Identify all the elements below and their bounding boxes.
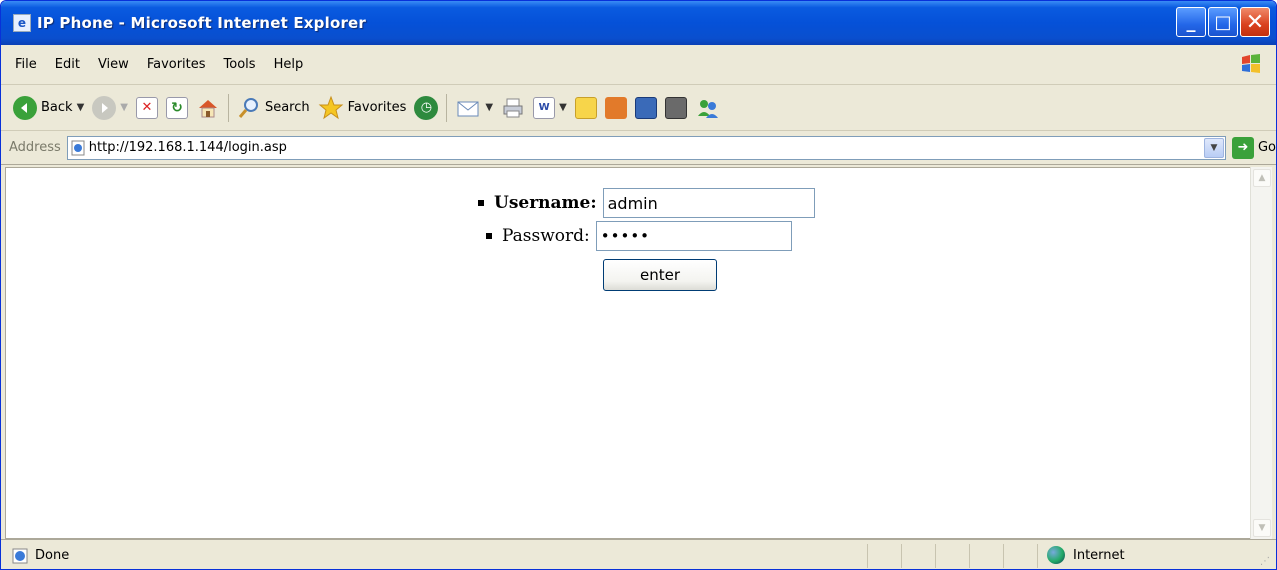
back-arrow-icon xyxy=(13,95,37,120)
favorites-button[interactable]: Favorites xyxy=(314,90,411,126)
forward-dropdown-icon[interactable]: ▼ xyxy=(120,102,128,113)
edit-dropdown-icon[interactable]: ▼ xyxy=(559,102,567,113)
menu-file[interactable]: File xyxy=(13,57,39,72)
close-icon: ✕ xyxy=(1245,9,1265,35)
print-icon xyxy=(503,98,523,117)
research-button[interactable] xyxy=(601,90,631,126)
minimize-button[interactable]: _ xyxy=(1176,7,1206,37)
menu-bar: File Edit View Favorites Tools Help xyxy=(1,45,1276,85)
vertical-scrollbar[interactable]: ▲ ▼ xyxy=(1250,167,1272,539)
notepad-icon xyxy=(574,96,597,119)
ie-page-icon: e xyxy=(13,14,31,32)
media-button[interactable] xyxy=(661,90,691,126)
page-icon xyxy=(71,140,85,155)
address-label: Address xyxy=(9,140,61,155)
username-row: Username: xyxy=(478,188,815,218)
windows-logo-icon xyxy=(1242,54,1260,73)
status-bar: Done Internet ⋰ xyxy=(1,539,1276,569)
back-button[interactable]: Back ▼ xyxy=(9,90,88,126)
status-divider xyxy=(969,544,970,568)
standard-toolbar: Back ▼ ▼ ✕ ↻ Search Favorites ◷ ▼ W ▼ xyxy=(1,85,1276,131)
status-divider xyxy=(1003,544,1004,568)
status-divider xyxy=(935,544,936,568)
stop-button[interactable]: ✕ xyxy=(132,90,162,126)
status-divider xyxy=(1037,544,1038,568)
go-arrow-icon: ➜ xyxy=(1231,136,1254,159)
print-button[interactable] xyxy=(497,90,529,126)
search-button[interactable]: Search xyxy=(233,90,314,126)
menu-view[interactable]: View xyxy=(96,57,131,72)
contacts-button[interactable] xyxy=(691,90,725,126)
history-button[interactable]: ◷ xyxy=(410,90,442,126)
research-icon xyxy=(604,96,627,119)
password-label: Password: xyxy=(502,226,590,246)
globe-icon xyxy=(1047,546,1065,564)
address-dropdown-icon[interactable]: ▼ xyxy=(1203,137,1224,158)
zone-label: Internet xyxy=(1073,547,1125,563)
forward-button[interactable]: ▼ xyxy=(88,90,132,126)
maximize-button[interactable]: □ xyxy=(1208,7,1238,37)
forward-arrow-icon xyxy=(92,95,117,120)
status-text: Done xyxy=(35,548,70,563)
scroll-down-icon[interactable]: ▼ xyxy=(1253,519,1271,537)
status-divider xyxy=(901,544,902,568)
search-icon xyxy=(238,97,258,118)
media-icon xyxy=(664,96,687,119)
refresh-icon: ↻ xyxy=(165,96,188,119)
mail-button[interactable]: ▼ xyxy=(451,90,497,126)
username-input[interactable] xyxy=(602,188,815,218)
enter-button[interactable]: enter xyxy=(603,259,717,291)
back-dropdown-icon[interactable]: ▼ xyxy=(77,102,85,113)
title-bar[interactable]: e IP Phone - Microsoft Internet Explorer… xyxy=(1,1,1276,45)
window-title: IP Phone - Microsoft Internet Explorer xyxy=(37,14,367,32)
bullet-icon xyxy=(486,233,492,239)
favorites-label: Favorites xyxy=(347,100,407,115)
menu-edit[interactable]: Edit xyxy=(53,57,82,72)
close-button[interactable]: ✕ xyxy=(1240,7,1270,37)
bullet-icon xyxy=(478,200,484,206)
menu-help[interactable]: Help xyxy=(272,57,306,72)
refresh-button[interactable]: ↻ xyxy=(162,90,192,126)
security-zone[interactable]: Internet xyxy=(1047,546,1125,564)
toolbar-separator xyxy=(446,93,448,122)
maximize-icon: □ xyxy=(1214,11,1232,33)
home-icon xyxy=(198,99,217,117)
address-field[interactable]: http://192.168.1.144/login.asp ▼ xyxy=(66,135,1226,160)
word-edit-icon: W xyxy=(533,96,556,119)
minimize-icon: _ xyxy=(1186,11,1196,33)
password-row: Password: xyxy=(486,221,792,251)
home-button[interactable] xyxy=(192,90,224,126)
password-input[interactable] xyxy=(595,221,792,251)
contacts-icon xyxy=(697,99,718,118)
page-content: Username: Password: xyxy=(5,167,1252,539)
page-done-icon xyxy=(12,548,28,563)
edit-button[interactable]: W ▼ xyxy=(529,90,571,126)
discuss-button[interactable] xyxy=(571,90,601,126)
address-url[interactable]: http://192.168.1.144/login.asp xyxy=(89,140,287,155)
go-label: Go xyxy=(1257,140,1276,155)
search-label: Search xyxy=(264,100,310,115)
status-divider xyxy=(867,544,868,568)
address-bar: Address http://192.168.1.144/login.asp ▼… xyxy=(1,131,1276,165)
browser-window: e IP Phone - Microsoft Internet Explorer… xyxy=(0,0,1277,570)
username-label: Username: xyxy=(494,193,597,213)
resize-grip-icon[interactable]: ⋰ xyxy=(1260,556,1270,567)
go-button[interactable]: ➜ Go xyxy=(1231,136,1276,159)
menu-tools[interactable]: Tools xyxy=(222,57,258,72)
stop-icon: ✕ xyxy=(135,96,158,119)
favorites-star-icon xyxy=(318,95,344,119)
book-icon xyxy=(634,96,657,119)
back-label: Back xyxy=(41,100,73,115)
toolbar-separator xyxy=(227,93,229,122)
messenger-button[interactable] xyxy=(631,90,661,126)
mail-icon xyxy=(457,101,479,116)
menu-favorites[interactable]: Favorites xyxy=(145,57,208,72)
window-controls: _ □ ✕ xyxy=(1176,7,1270,37)
history-icon: ◷ xyxy=(414,95,439,120)
mail-dropdown-icon[interactable]: ▼ xyxy=(485,102,493,113)
scroll-up-icon[interactable]: ▲ xyxy=(1253,169,1271,187)
